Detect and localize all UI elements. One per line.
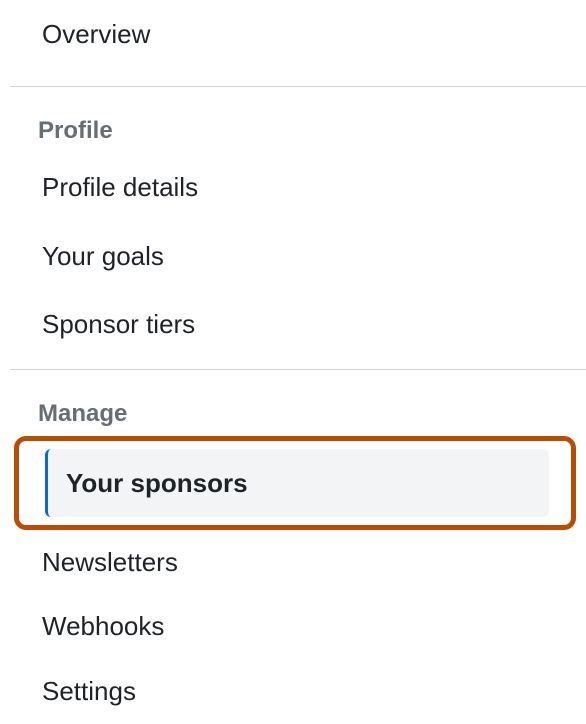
sidebar-item-webhooks[interactable]: Webhooks [0, 594, 586, 658]
sidebar-item-profile-details[interactable]: Profile details [0, 153, 586, 221]
sidebar-item-sponsor-tiers[interactable]: Sponsor tiers [0, 290, 586, 358]
sidebar-item-overview[interactable]: Overview [0, 0, 586, 68]
sidebar-item-newsletters[interactable]: Newsletters [0, 530, 586, 594]
sidebar-item-your-sponsors[interactable]: Your sponsors [45, 449, 549, 517]
sidebar-item-settings[interactable]: Settings [0, 659, 586, 723]
highlight-annotation: Your sponsors [14, 436, 576, 530]
section-profile: Profile details Your goals Sponsor tiers [0, 153, 586, 358]
section-header-manage: Manage [0, 370, 586, 436]
section-header-profile: Profile [0, 87, 586, 153]
sidebar-item-your-goals[interactable]: Your goals [0, 222, 586, 290]
sidebar-navigation: Overview Profile Profile details Your go… [0, 0, 586, 723]
